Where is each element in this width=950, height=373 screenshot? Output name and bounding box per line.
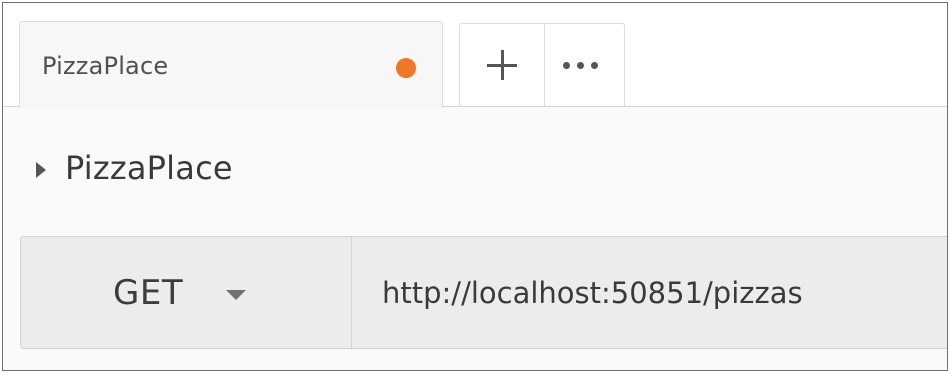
more-tabs-button[interactable] <box>544 23 625 107</box>
caret-right-icon[interactable] <box>36 162 46 178</box>
method-label: GET <box>113 273 184 313</box>
caret-down-icon <box>226 290 246 300</box>
unsaved-dot-icon <box>396 58 416 78</box>
plus-icon-vertical <box>501 50 504 80</box>
new-tab-button[interactable] <box>459 23 545 107</box>
ellipsis-icon <box>563 62 598 69</box>
url-input[interactable] <box>351 236 947 349</box>
panel-footer-space <box>3 349 947 370</box>
method-select[interactable]: GET <box>20 236 351 349</box>
collection-name[interactable]: PizzaPlace <box>65 149 233 187</box>
tab-label: PizzaPlace <box>42 52 169 80</box>
tab-pizzaplace[interactable]: PizzaPlace <box>19 21 443 108</box>
request-builder-panel: PizzaPlace PizzaPlace GET <box>2 2 948 371</box>
collection-header: PizzaPlace <box>3 107 947 233</box>
tab-strip: PizzaPlace <box>3 3 947 108</box>
